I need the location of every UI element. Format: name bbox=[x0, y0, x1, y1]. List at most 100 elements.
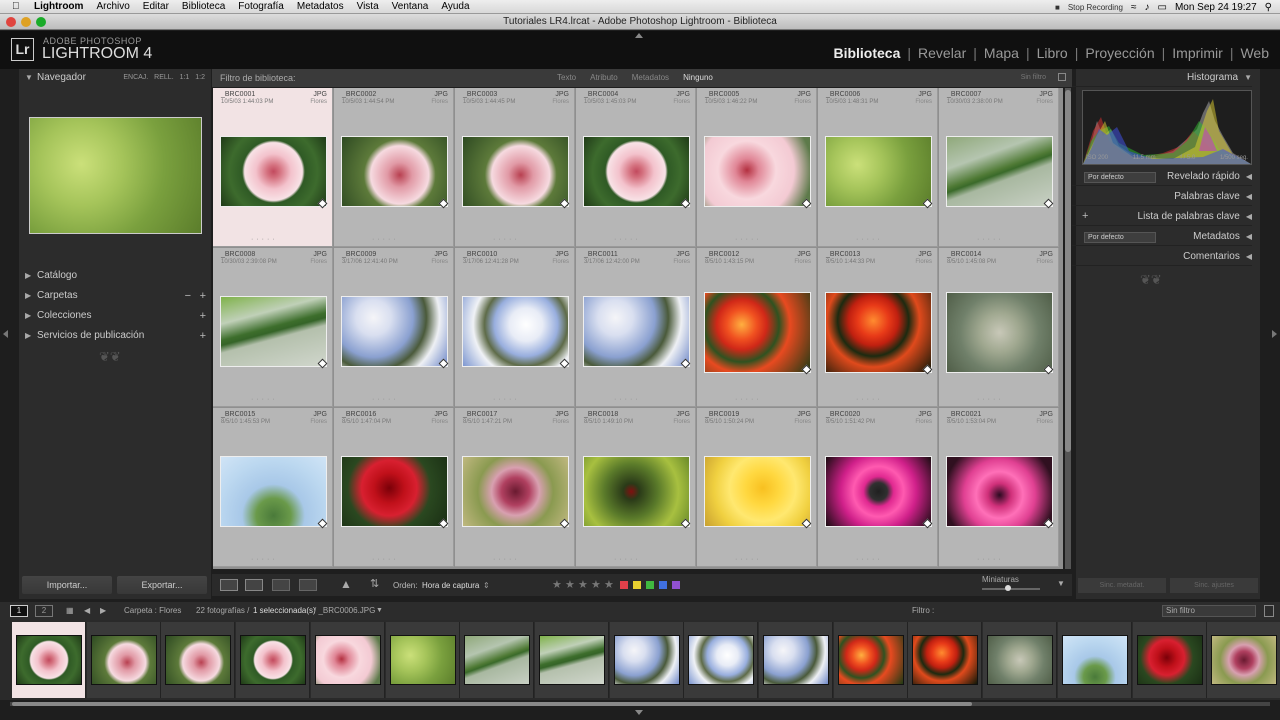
grid-cell[interactable]: _BRC0017 JPG 8/5/10 1:47:21 PM Flores ····· bbox=[455, 408, 575, 567]
rating-dots[interactable]: ····· bbox=[977, 236, 1004, 243]
grid-cell[interactable]: _BRC0003 JPG 10/5/03 1:44:45 PM Flores ····· bbox=[455, 88, 575, 247]
photo-thumbnail[interactable] bbox=[583, 456, 690, 527]
rating-star-icon[interactable]: ★ bbox=[552, 578, 562, 591]
plus-icon[interactable]: + bbox=[200, 287, 206, 305]
rating-dots[interactable]: ····· bbox=[614, 556, 641, 563]
plus-icon[interactable]: + bbox=[200, 307, 206, 325]
filmstrip-scrollbar-thumb[interactable] bbox=[12, 702, 972, 706]
keywords-header[interactable]: Palabras clave ◀ bbox=[1072, 188, 1252, 206]
close-window-icon[interactable] bbox=[6, 17, 16, 27]
loupe-view-icon[interactable] bbox=[245, 579, 263, 591]
survey-view-icon[interactable] bbox=[299, 579, 317, 591]
source-label[interactable]: Carpeta : Flores bbox=[124, 602, 181, 620]
photo-thumbnail[interactable] bbox=[825, 136, 932, 207]
grid-cell[interactable]: _BRC0007 JPG 10/30/03 2:38:00 PM Flores ····… bbox=[939, 88, 1059, 247]
module-biblioteca[interactable]: Biblioteca bbox=[830, 45, 903, 61]
filmstrip-thumbnail[interactable] bbox=[16, 635, 82, 685]
filmstrip-cell[interactable] bbox=[1132, 622, 1207, 698]
filter-tab-texto[interactable]: Texto bbox=[557, 69, 576, 87]
rating-dots[interactable]: ····· bbox=[493, 236, 520, 243]
battery-icon[interactable]: ▭ bbox=[1157, 2, 1166, 13]
filmstrip-thumbnail[interactable] bbox=[464, 635, 531, 685]
expand-triangle-icon[interactable]: ▼ bbox=[25, 69, 37, 87]
apple-icon[interactable]:  bbox=[12, 1, 24, 12]
photo-thumbnail[interactable] bbox=[583, 136, 690, 207]
photo-thumbnail[interactable] bbox=[946, 292, 1053, 373]
filter-tab-ninguno[interactable]: Ninguno bbox=[683, 69, 713, 87]
collapse-left-panel-icon[interactable] bbox=[3, 330, 8, 338]
filmstrip-cell[interactable] bbox=[385, 622, 460, 698]
module-imprimir[interactable]: Imprimir bbox=[1169, 45, 1226, 61]
filmstrip-thumbnail[interactable] bbox=[389, 635, 456, 685]
grid-cell[interactable]: _BRC0010 JPG 3/17/06 12:41:28 PM Flores ····… bbox=[455, 248, 575, 407]
grid-scrollbar-thumb[interactable] bbox=[1065, 90, 1071, 452]
section-servicios[interactable]: ▶ Servicios de publicación + bbox=[19, 327, 211, 345]
label-red[interactable] bbox=[620, 581, 628, 589]
filmstrip-cell[interactable] bbox=[1207, 622, 1280, 698]
rating-dots[interactable]: ····· bbox=[735, 556, 762, 563]
collapsed-triangle-icon[interactable]: ▶ bbox=[25, 287, 37, 305]
filmstrip-cell[interactable] bbox=[534, 622, 609, 698]
filmstrip-thumbnail[interactable] bbox=[1061, 635, 1128, 685]
filmstrip-thumbnail[interactable] bbox=[165, 635, 232, 685]
metadata-preset-select[interactable]: Por defecto bbox=[1084, 232, 1156, 243]
collapsed-triangle-icon[interactable]: ◀ bbox=[1246, 228, 1252, 246]
photo-thumbnail[interactable] bbox=[220, 456, 327, 527]
rating-dots[interactable]: ····· bbox=[493, 396, 520, 403]
photo-thumbnail[interactable] bbox=[462, 456, 569, 527]
rating-dots[interactable]: ····· bbox=[251, 396, 278, 403]
stop-recording-icon[interactable]: ■ bbox=[1055, 3, 1060, 12]
grid-cell[interactable]: _BRC0021 JPG 8/5/10 1:53:04 PM Flores ····· bbox=[939, 408, 1059, 567]
menu-app[interactable]: Lightroom bbox=[34, 1, 83, 12]
spray-can-icon[interactable]: ▲ bbox=[340, 577, 352, 591]
label-green[interactable] bbox=[646, 581, 654, 589]
menu-metadatos[interactable]: Metadatos bbox=[297, 1, 344, 12]
minimize-window-icon[interactable] bbox=[21, 17, 31, 27]
filmstrip-filter-select[interactable]: Sin filtro bbox=[1162, 605, 1256, 617]
add-keyword-icon[interactable]: + bbox=[1082, 210, 1088, 222]
collapsed-triangle-icon[interactable]: ◀ bbox=[1246, 208, 1252, 226]
rating-dots[interactable]: ····· bbox=[251, 236, 278, 243]
menu-editar[interactable]: Editar bbox=[143, 1, 169, 12]
filmstrip-thumbnail[interactable] bbox=[1211, 635, 1278, 685]
thumbnail-size-slider-knob[interactable] bbox=[1005, 585, 1011, 591]
photo-thumbnail[interactable] bbox=[341, 296, 448, 367]
expand-triangle-icon[interactable]: ▼ bbox=[1244, 69, 1252, 87]
filmstrip-thumbnail[interactable] bbox=[1136, 635, 1203, 685]
grid-cell[interactable]: _BRC0002 JPG 10/5/03 1:44:54 PM Flores ····· bbox=[334, 88, 454, 247]
module-proyeccion[interactable]: Proyección bbox=[1082, 45, 1157, 61]
photo-thumbnail[interactable] bbox=[220, 296, 327, 367]
module-mapa[interactable]: Mapa bbox=[981, 45, 1022, 61]
sort-dropdown-icon[interactable]: ⇕ bbox=[483, 581, 490, 590]
grid-cell[interactable]: _BRC0012 JPG 8/5/10 1:43:15 PM Flores ····· bbox=[697, 248, 817, 407]
filmstrip-thumbnail[interactable] bbox=[613, 635, 680, 685]
photo-thumbnail[interactable] bbox=[341, 136, 448, 207]
photo-thumbnail[interactable] bbox=[704, 136, 811, 207]
filter-tab-atributo[interactable]: Atributo bbox=[590, 69, 618, 87]
histogram-header[interactable]: Histograma ▼ bbox=[1072, 69, 1252, 87]
rating-dots[interactable]: ····· bbox=[251, 556, 278, 563]
label-blue[interactable] bbox=[659, 581, 667, 589]
rating-star-icon[interactable]: ★ bbox=[565, 578, 575, 591]
photo-thumbnail[interactable] bbox=[341, 456, 448, 527]
menu-ayuda[interactable]: Ayuda bbox=[441, 1, 469, 12]
grid-cell[interactable]: _BRC0014 JPG 8/5/10 1:45:08 PM Flores ····· bbox=[939, 248, 1059, 407]
photo-thumbnail[interactable] bbox=[825, 292, 932, 373]
rating-dots[interactable]: ····· bbox=[372, 556, 399, 563]
navigator-zoom-options[interactable]: ENCAJ. RELL. 1:1 1:2 bbox=[123, 69, 205, 87]
rating-dots[interactable]: ····· bbox=[856, 556, 883, 563]
rating-dots[interactable]: ····· bbox=[735, 236, 762, 243]
volume-icon[interactable]: ♪ bbox=[1144, 2, 1149, 13]
filmstrip-thumbnail[interactable] bbox=[987, 635, 1054, 685]
rating-dots[interactable]: ····· bbox=[493, 556, 520, 563]
zoom-window-icon[interactable] bbox=[36, 17, 46, 27]
photo-thumbnail[interactable] bbox=[462, 296, 569, 367]
filmstrip-cell[interactable] bbox=[908, 622, 983, 698]
plus-icon[interactable]: + bbox=[200, 327, 206, 345]
photo-thumbnail[interactable] bbox=[220, 136, 327, 207]
filmstrip-cell[interactable] bbox=[12, 622, 86, 698]
filmstrip-cell[interactable] bbox=[86, 622, 161, 698]
grid-cell[interactable]: _BRC0009 JPG 3/17/06 12:41:40 PM Flores ····… bbox=[334, 248, 454, 407]
filmstrip-thumbnail[interactable] bbox=[538, 635, 605, 685]
collapsed-triangle-icon[interactable]: ▶ bbox=[25, 307, 37, 325]
